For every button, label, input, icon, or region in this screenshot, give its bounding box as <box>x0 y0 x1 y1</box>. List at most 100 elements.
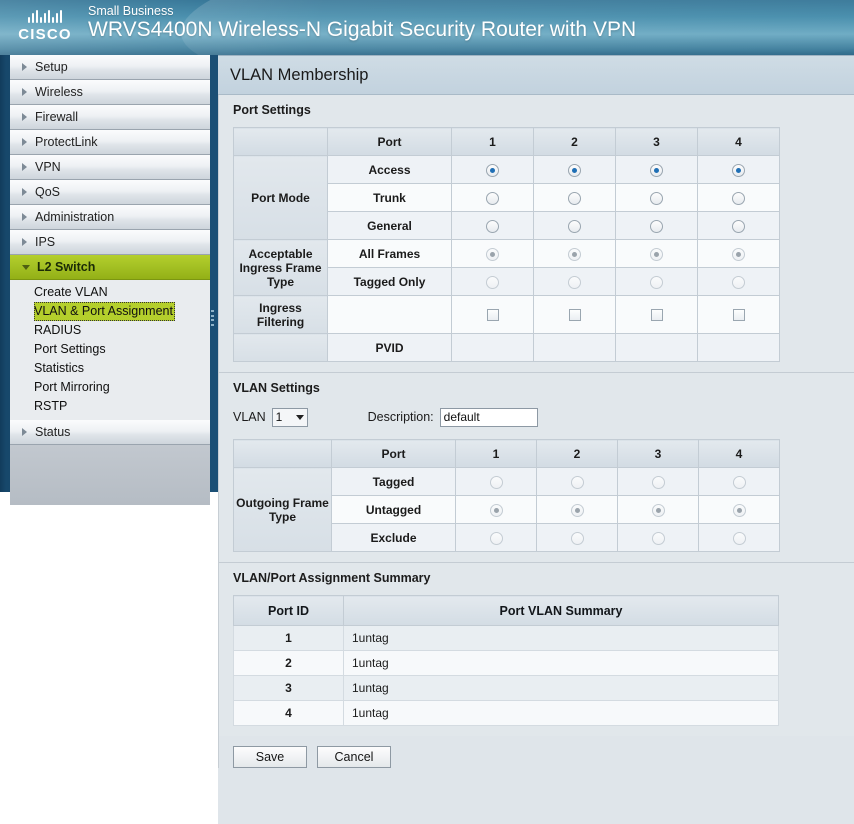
radio-trunk-port4[interactable] <box>732 191 745 205</box>
radio-trunk-port3[interactable] <box>650 191 663 205</box>
radio-cell-untagged-port4[interactable] <box>698 495 780 524</box>
sidebar-item-qos[interactable]: QoS <box>10 180 210 205</box>
cancel-button[interactable]: Cancel <box>317 746 391 768</box>
radio-tagged-port2[interactable] <box>570 475 584 489</box>
radio-untagged-port4[interactable] <box>732 503 746 517</box>
radio-cell-access-port3[interactable] <box>615 155 698 184</box>
radio-taggedonly-port4[interactable] <box>732 275 745 289</box>
port-settings-section: Port Settings Port 1 2 3 4 Port Mode Acc… <box>219 95 854 373</box>
radio-exclude-port3[interactable] <box>651 531 665 545</box>
checkbox-cell-ingressfilter-port1[interactable] <box>451 295 534 334</box>
sidebar-subitem-statistics[interactable]: Statistics <box>10 359 210 378</box>
radio-cell-general-port4[interactable] <box>697 211 780 240</box>
sidebar-item-firewall[interactable]: Firewall <box>10 105 210 130</box>
radio-exclude-port1[interactable] <box>489 531 503 545</box>
pvid-input-port2[interactable] <box>533 333 616 362</box>
radio-cell-tagged-port2[interactable] <box>536 467 618 496</box>
radio-cell-exclude-port1[interactable] <box>455 523 537 552</box>
radio-untagged-port2[interactable] <box>570 503 584 517</box>
radio-cell-untagged-port1[interactable] <box>455 495 537 524</box>
radio-tagged-port1[interactable] <box>489 475 503 489</box>
radio-tagged-port4[interactable] <box>732 475 746 489</box>
radio-cell-exclude-port3[interactable] <box>617 523 699 552</box>
description-input[interactable] <box>439 407 538 427</box>
radio-cell-taggedonly-port1[interactable] <box>451 267 534 296</box>
radio-cell-tagged-port4[interactable] <box>698 467 780 496</box>
pvid-input-port4[interactable] <box>697 333 780 362</box>
radio-general-port1[interactable] <box>486 219 499 233</box>
sidebar-subitem-radius[interactable]: RADIUS <box>10 321 210 340</box>
checkbox-ingressfilter-port4[interactable] <box>732 309 745 322</box>
radio-cell-trunk-port4[interactable] <box>697 183 780 212</box>
radio-access-port1[interactable] <box>486 163 499 177</box>
vlan-select[interactable]: 1 <box>271 407 308 427</box>
sidebar-item-status[interactable]: Status <box>10 420 210 445</box>
pvid-input-port1[interactable] <box>451 333 534 362</box>
checkbox-cell-ingressfilter-port2[interactable] <box>533 295 616 334</box>
radio-allframes-port4[interactable] <box>732 247 745 261</box>
radio-access-port4[interactable] <box>732 163 745 177</box>
sidebar-item-vpn[interactable]: VPN <box>10 155 210 180</box>
radio-cell-general-port3[interactable] <box>615 211 698 240</box>
radio-allframes-port3[interactable] <box>650 247 663 261</box>
radio-cell-tagged-port1[interactable] <box>455 467 537 496</box>
table-header-row: Port 1 2 3 4 <box>233 439 780 468</box>
radio-trunk-port1[interactable] <box>486 191 499 205</box>
radio-cell-access-port4[interactable] <box>697 155 780 184</box>
radio-cell-trunk-port1[interactable] <box>451 183 534 212</box>
sidebar-item-administration[interactable]: Administration <box>10 205 210 230</box>
radio-exclude-port4[interactable] <box>732 531 746 545</box>
radio-exclude-port2[interactable] <box>570 531 584 545</box>
sidebar-item-ips[interactable]: IPS <box>10 230 210 255</box>
radio-cell-general-port2[interactable] <box>533 211 616 240</box>
radio-taggedonly-port3[interactable] <box>650 275 663 289</box>
radio-general-port2[interactable] <box>568 219 581 233</box>
radio-cell-access-port2[interactable] <box>533 155 616 184</box>
checkbox-ingressfilter-port2[interactable] <box>568 309 581 322</box>
radio-cell-trunk-port2[interactable] <box>533 183 616 212</box>
sidebar-subitem-port-mirroring[interactable]: Port Mirroring <box>10 378 210 397</box>
radio-cell-exclude-port4[interactable] <box>698 523 780 552</box>
radio-trunk-port2[interactable] <box>568 191 581 205</box>
radio-cell-allframes-port1[interactable] <box>451 239 534 268</box>
radio-taggedonly-port2[interactable] <box>568 275 581 289</box>
save-button[interactable]: Save <box>233 746 307 768</box>
radio-cell-taggedonly-port4[interactable] <box>697 267 780 296</box>
pvid-input-port3[interactable] <box>615 333 698 362</box>
checkbox-cell-ingressfilter-port3[interactable] <box>615 295 698 334</box>
sidebar-subitem-rstp[interactable]: RSTP <box>10 397 210 416</box>
radio-allframes-port1[interactable] <box>486 247 499 261</box>
sidebar-item-setup[interactable]: Setup <box>10 55 210 80</box>
radio-cell-exclude-port2[interactable] <box>536 523 618 552</box>
checkbox-cell-ingressfilter-port4[interactable] <box>697 295 780 334</box>
radio-cell-tagged-port3[interactable] <box>617 467 699 496</box>
radio-access-port3[interactable] <box>650 163 663 177</box>
radio-access-port2[interactable] <box>568 163 581 177</box>
radio-cell-general-port1[interactable] <box>451 211 534 240</box>
sidebar-resize-grip[interactable] <box>211 310 215 326</box>
radio-cell-allframes-port3[interactable] <box>615 239 698 268</box>
sidebar-item-wireless[interactable]: Wireless <box>10 80 210 105</box>
sidebar-item-l2-switch[interactable]: L2 Switch <box>10 255 210 280</box>
radio-cell-access-port1[interactable] <box>451 155 534 184</box>
radio-untagged-port3[interactable] <box>651 503 665 517</box>
radio-cell-taggedonly-port3[interactable] <box>615 267 698 296</box>
sidebar-subitem-vlan-port-assignment[interactable]: VLAN & Port Assignment <box>34 302 175 321</box>
radio-cell-taggedonly-port2[interactable] <box>533 267 616 296</box>
radio-general-port3[interactable] <box>650 219 663 233</box>
checkbox-ingressfilter-port3[interactable] <box>650 309 663 322</box>
checkbox-ingressfilter-port1[interactable] <box>486 309 499 322</box>
radio-taggedonly-port1[interactable] <box>486 275 499 289</box>
sidebar-subitem-create-vlan[interactable]: Create VLAN <box>10 283 210 302</box>
radio-cell-allframes-port4[interactable] <box>697 239 780 268</box>
sidebar-subitem-port-settings[interactable]: Port Settings <box>10 340 210 359</box>
radio-cell-untagged-port3[interactable] <box>617 495 699 524</box>
radio-cell-untagged-port2[interactable] <box>536 495 618 524</box>
radio-cell-trunk-port3[interactable] <box>615 183 698 212</box>
radio-tagged-port3[interactable] <box>651 475 665 489</box>
radio-allframes-port2[interactable] <box>568 247 581 261</box>
radio-cell-allframes-port2[interactable] <box>533 239 616 268</box>
radio-general-port4[interactable] <box>732 219 745 233</box>
radio-untagged-port1[interactable] <box>489 503 503 517</box>
sidebar-item-protectlink[interactable]: ProtectLink <box>10 130 210 155</box>
